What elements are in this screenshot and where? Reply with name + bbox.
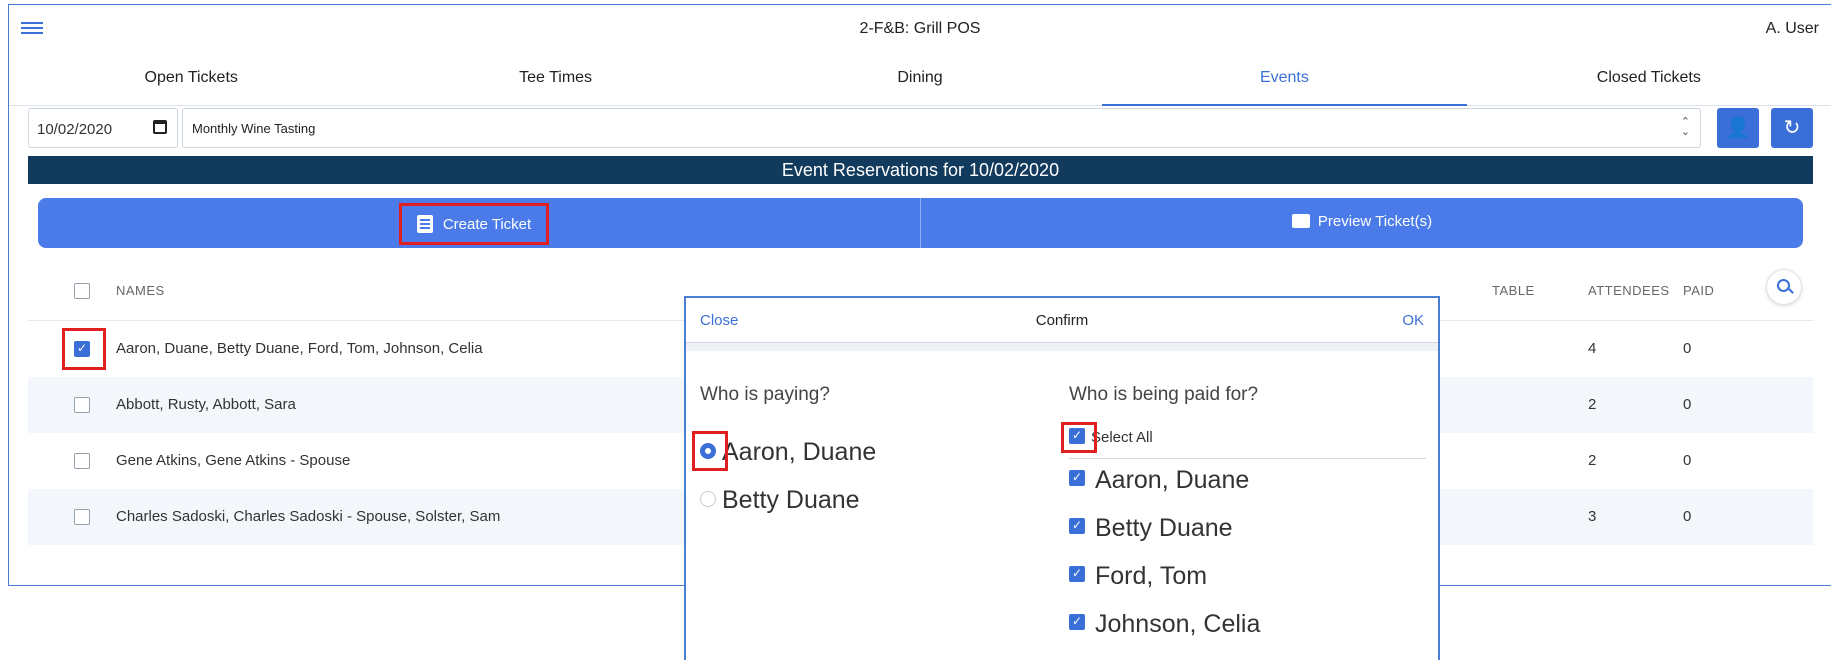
dialog-band (686, 343, 1438, 351)
select-all-rows-checkbox[interactable] (74, 283, 90, 299)
top-bar: 2-F&B: Grill POS A. User (9, 5, 1831, 55)
payer-name: Betty Duane (722, 486, 860, 514)
event-select[interactable]: Monthly Wine Tasting ⌃ ⌄ (182, 108, 1701, 148)
event-value: Monthly Wine Tasting (192, 121, 316, 136)
column-paid[interactable]: PAID (1683, 283, 1714, 298)
payee-name: Johnson, Celia (1095, 610, 1261, 638)
select-all-option[interactable]: Select All (1069, 428, 1153, 446)
create-ticket-area[interactable]: Create Ticket (38, 198, 920, 248)
create-ticket-label: Create Ticket (442, 215, 532, 233)
payee-checkbox[interactable] (1069, 566, 1085, 582)
row-paid: 0 (1683, 396, 1692, 413)
row-paid: 0 (1683, 340, 1692, 357)
payer-name: Aaron, Duane (722, 438, 877, 466)
row-paid: 0 (1683, 508, 1692, 525)
row-names: Abbott, Rusty, Abbott, Sara (116, 396, 296, 413)
payer-option[interactable]: Aaron, Duane (700, 438, 876, 467)
user-name[interactable]: A. User (1766, 20, 1819, 38)
row-names: Aaron, Duane, Betty Duane, Ford, Tom, Jo… (116, 340, 483, 357)
payee-option[interactable]: Aaron, Duane (1069, 466, 1249, 495)
row-names: Charles Sadoski, Charles Sadoski - Spous… (116, 508, 501, 525)
calendar-icon[interactable] (153, 120, 167, 134)
reservations-header: Event Reservations for 10/02/2020 (28, 156, 1813, 184)
payee-question: Who is being paid for? (1069, 384, 1259, 405)
divider (1069, 458, 1426, 459)
tab-tee-times[interactable]: Tee Times (373, 55, 737, 105)
row-checkbox[interactable] (74, 397, 90, 413)
refresh-icon: ↻ (1783, 117, 1801, 139)
tab-bar: Open Tickets Tee Times Dining Events Clo… (9, 55, 1831, 106)
action-bar: Create Ticket Preview Ticket(s) (38, 198, 1803, 248)
person-icon: 👤 (1725, 117, 1751, 139)
row-checkbox[interactable] (74, 341, 90, 357)
column-table[interactable]: TABLE (1492, 283, 1535, 298)
payee-option[interactable]: Ford, Tom (1069, 562, 1207, 591)
row-checkbox[interactable] (74, 509, 90, 525)
refresh-button[interactable]: ↻ (1771, 108, 1813, 148)
payee-option[interactable]: Betty Duane (1069, 514, 1233, 543)
radio-button[interactable] (700, 443, 716, 459)
tab-dining[interactable]: Dining (738, 55, 1102, 105)
payee-name: Aaron, Duane (1095, 466, 1250, 494)
radio-button[interactable] (700, 491, 716, 507)
payer-option[interactable]: Betty Duane (700, 486, 860, 515)
column-names[interactable]: NAMES (116, 283, 165, 298)
document-icon (416, 215, 433, 233)
payee-checkbox[interactable] (1069, 614, 1085, 630)
select-all-checkbox[interactable] (1069, 428, 1085, 444)
payer-question: Who is paying? (700, 384, 830, 405)
payee-option[interactable]: Johnson, Celia (1069, 610, 1260, 639)
payee-checkbox[interactable] (1069, 470, 1085, 486)
date-input[interactable]: 10/02/2020 (28, 108, 178, 148)
printer-icon (1291, 214, 1310, 228)
create-ticket-button[interactable]: Create Ticket (399, 203, 549, 245)
up-down-icon: ⌃ ⌄ (1680, 116, 1690, 138)
row-attendees: 2 (1588, 452, 1597, 469)
row-paid: 0 (1683, 452, 1692, 469)
row-attendees: 2 (1588, 396, 1597, 413)
row-attendees: 4 (1588, 340, 1597, 357)
ok-button[interactable]: OK (1402, 312, 1424, 329)
date-value: 10/02/2020 (37, 121, 113, 138)
preview-tickets-button[interactable]: Preview Ticket(s) (920, 198, 1803, 248)
app-title: 2-F&B: Grill POS (859, 20, 981, 37)
row-names: Gene Atkins, Gene Atkins - Spouse (116, 452, 351, 469)
payee-checkbox[interactable] (1069, 518, 1085, 534)
row-checkbox[interactable] (74, 453, 90, 469)
preview-tickets-label: Preview Ticket(s) (1317, 213, 1433, 230)
column-attendees[interactable]: ATTENDEES (1588, 283, 1670, 298)
tab-open-tickets[interactable]: Open Tickets (9, 55, 373, 105)
dialog-title: Confirm (1035, 312, 1089, 329)
payee-name: Ford, Tom (1095, 562, 1208, 590)
select-all-label: Select All (1091, 429, 1153, 446)
payee-name: Betty Duane (1095, 514, 1233, 542)
confirm-dialog: Close Confirm OK Who is paying? Aaron, D… (684, 296, 1440, 660)
search-button[interactable] (1766, 269, 1802, 305)
filter-bar: 10/02/2020 Monthly Wine Tasting ⌃ ⌄ 👤 ↻ (28, 108, 1813, 150)
dialog-header: Close Confirm OK (686, 298, 1438, 343)
tab-events[interactable]: Events (1102, 55, 1468, 106)
tab-closed-tickets[interactable]: Closed Tickets (1467, 55, 1831, 105)
row-attendees: 3 (1588, 508, 1597, 525)
person-button[interactable]: 👤 (1717, 108, 1759, 148)
